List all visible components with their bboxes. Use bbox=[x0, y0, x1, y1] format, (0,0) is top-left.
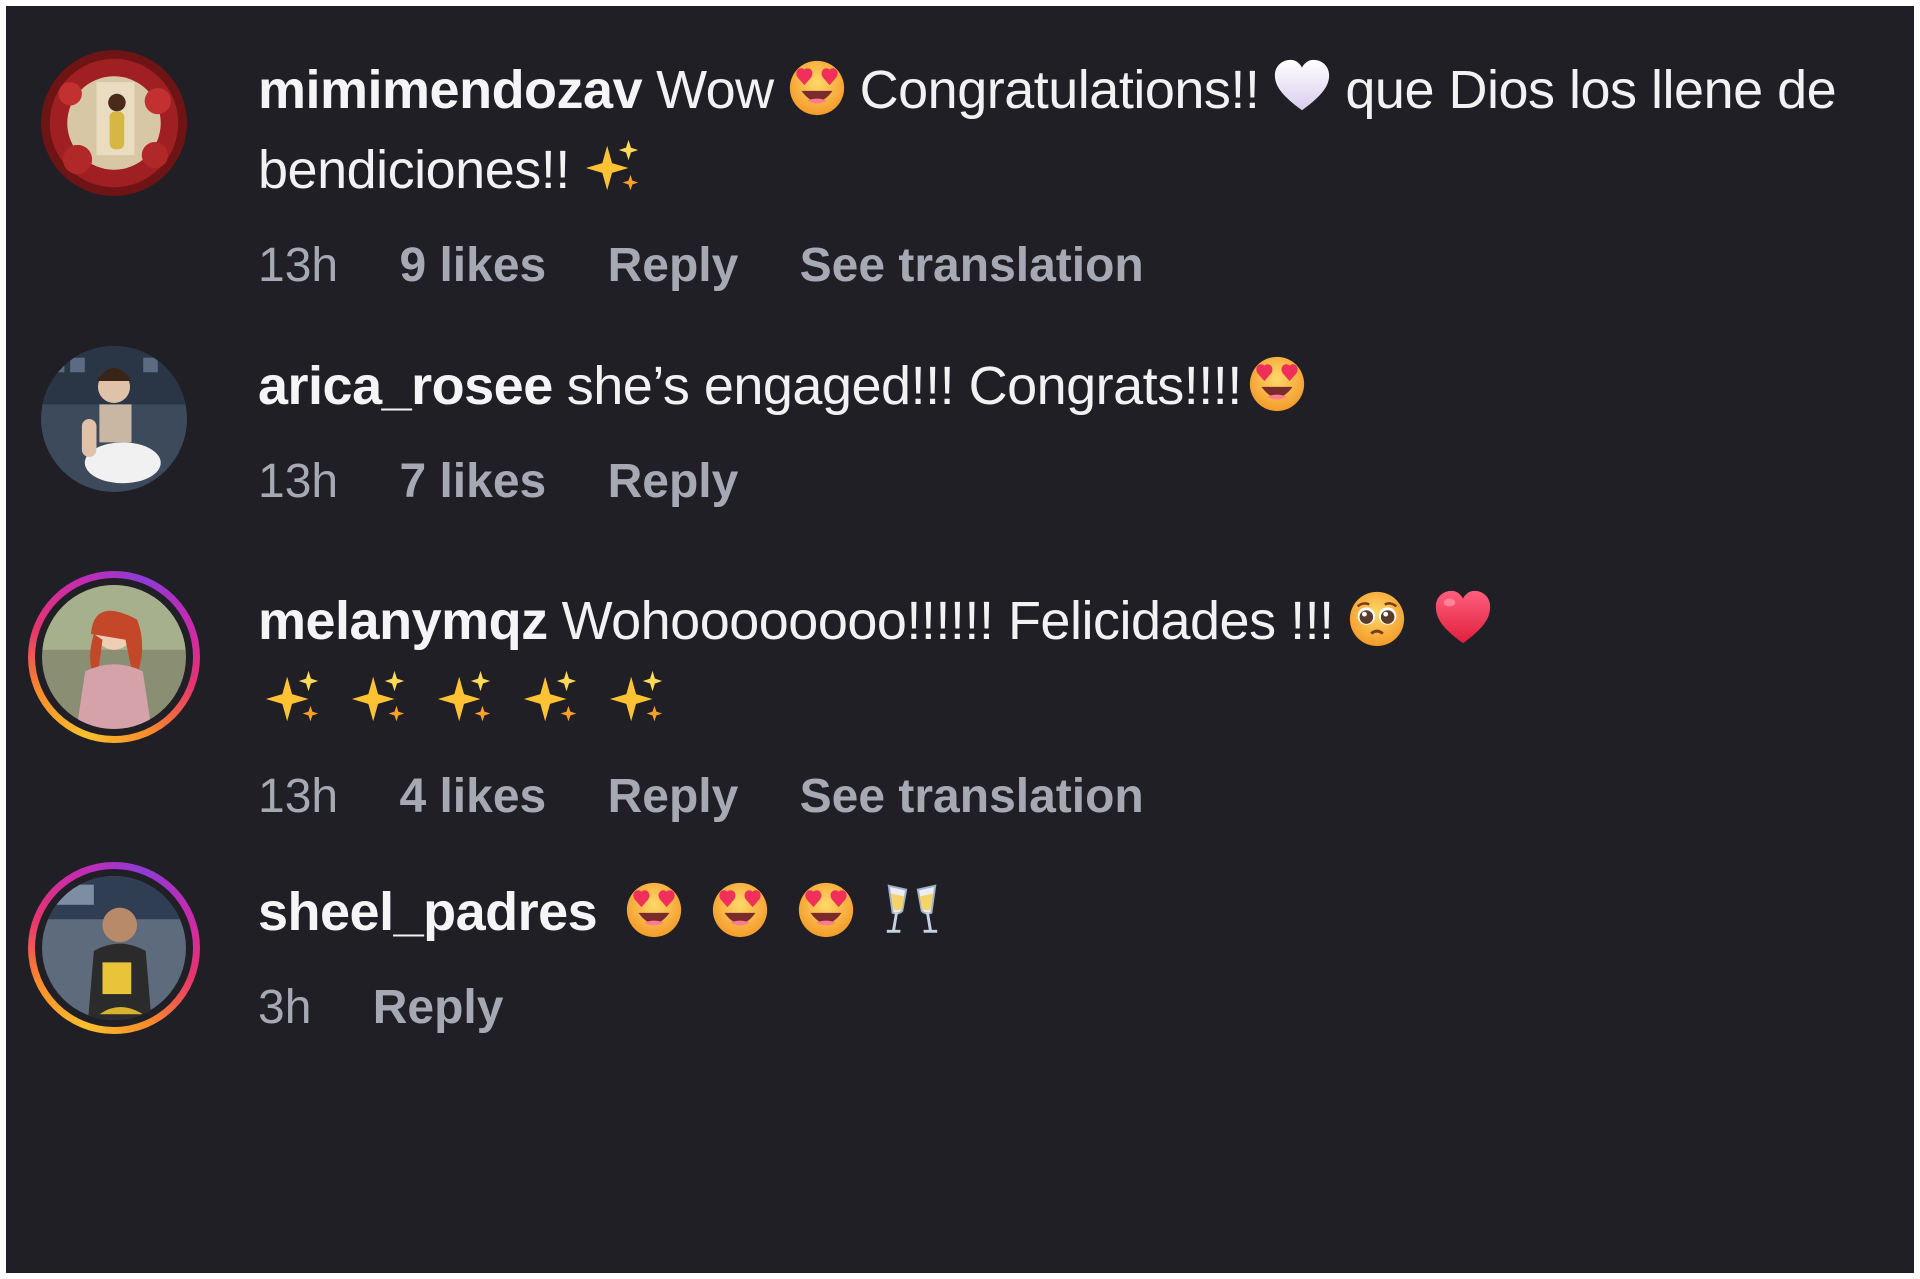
heart-eyes-emoji-icon bbox=[795, 878, 857, 940]
heart-eyes-emoji-icon bbox=[709, 878, 771, 940]
likes-count[interactable]: 4 likes bbox=[399, 770, 546, 823]
avatar-image bbox=[42, 585, 186, 729]
comment-text-segment: Wow bbox=[656, 60, 774, 120]
comment-text: sheel_padres bbox=[258, 872, 1874, 952]
likes-count[interactable]: 7 likes bbox=[399, 455, 546, 508]
likes-count[interactable]: 9 likes bbox=[399, 239, 546, 292]
comment-text-segment: Wohoooooooo!!!!!! Felicidades !!! bbox=[561, 591, 1334, 651]
sparkles-emoji-icon bbox=[262, 667, 324, 729]
avatar-image bbox=[41, 346, 187, 492]
comment-meta: 13h 9 likes Reply See translation bbox=[258, 238, 1874, 293]
avatar-image bbox=[41, 50, 187, 196]
sparkles-emoji-icon bbox=[606, 667, 668, 729]
see-translation-button[interactable]: See translation bbox=[800, 770, 1144, 823]
avatar-with-story-ring[interactable] bbox=[28, 571, 200, 743]
comment-text-segment: she’s engaged!!! Congrats!!!! bbox=[566, 356, 1242, 416]
comment-timestamp[interactable]: 3h bbox=[258, 981, 311, 1034]
comments-panel: mimimendozav Wow Congratulations!! que Dios… bbox=[6, 6, 1914, 1273]
comment-meta: 13h 4 likes Reply See translation bbox=[258, 769, 1874, 824]
avatar[interactable] bbox=[41, 346, 187, 492]
heart-eyes-emoji-icon bbox=[623, 878, 685, 940]
reply-button[interactable]: Reply bbox=[373, 981, 504, 1034]
comment-timestamp[interactable]: 13h bbox=[258, 770, 338, 823]
avatar-image bbox=[42, 876, 186, 1020]
heart-eyes-emoji-icon bbox=[786, 56, 848, 118]
reply-button[interactable]: Reply bbox=[608, 239, 739, 292]
comment-username[interactable]: sheel_padres bbox=[258, 882, 598, 942]
clinking-glasses-emoji-icon bbox=[881, 878, 943, 940]
comment-username[interactable]: mimimendozav bbox=[258, 60, 643, 120]
avatar-with-story-ring[interactable] bbox=[28, 862, 200, 1034]
heart-eyes-emoji-icon bbox=[1246, 352, 1308, 414]
pleading-face-emoji-icon bbox=[1346, 587, 1408, 649]
sparkles-emoji-icon bbox=[348, 667, 410, 729]
sparkles-emoji-icon bbox=[582, 136, 644, 198]
comment-text: mimimendozav Wow Congratulations!! que Dios… bbox=[258, 50, 1874, 210]
reply-button[interactable]: Reply bbox=[608, 455, 739, 508]
see-translation-button[interactable]: See translation bbox=[800, 239, 1144, 292]
comment-username[interactable]: melanymqz bbox=[258, 591, 548, 651]
comment-username[interactable]: arica_rosee bbox=[258, 356, 553, 416]
sparkles-emoji-icon bbox=[520, 667, 582, 729]
avatar[interactable] bbox=[41, 50, 187, 196]
white-heart-emoji-icon bbox=[1271, 56, 1333, 118]
comment-meta: 13h 7 likes Reply bbox=[258, 454, 1874, 509]
sparkles-emoji-icon bbox=[434, 667, 496, 729]
red-heart-emoji-icon bbox=[1432, 587, 1494, 649]
comment-text: arica_rosee she’s engaged!!! Congrats!!!! bbox=[258, 346, 1874, 426]
comment-timestamp[interactable]: 13h bbox=[258, 455, 338, 508]
comment-text-segment: Congratulations!! bbox=[859, 60, 1260, 120]
comment-timestamp[interactable]: 13h bbox=[258, 239, 338, 292]
reply-button[interactable]: Reply bbox=[608, 770, 739, 823]
comment-text: melanymqz Wohoooooooo!!!!!! Felicidades !… bbox=[258, 581, 1874, 741]
comment-meta: 3h Reply bbox=[258, 980, 1874, 1035]
